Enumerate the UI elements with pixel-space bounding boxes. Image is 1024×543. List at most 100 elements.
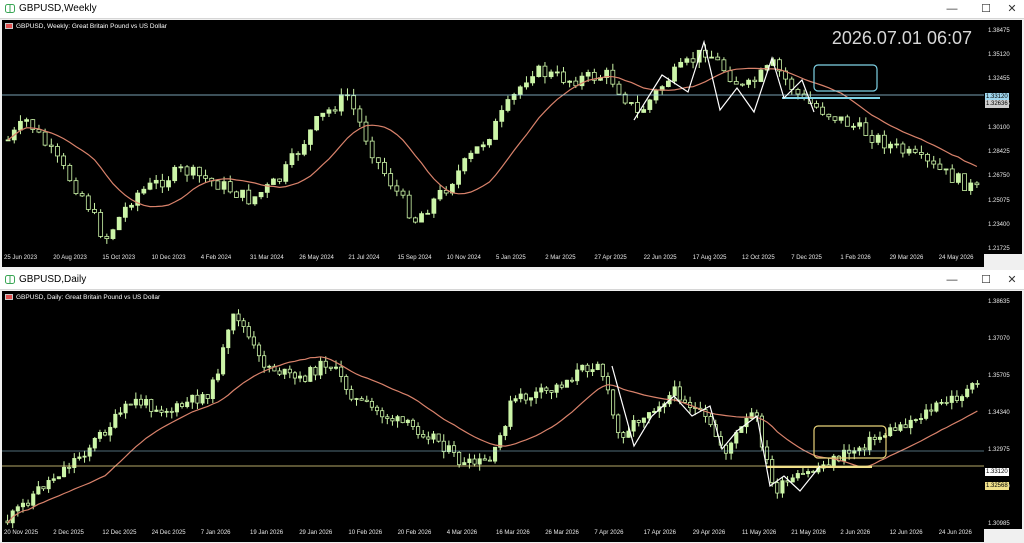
- candle: [73, 177, 79, 196]
- daily-titlebar[interactable]: GBPUSD,Daily — ☐ ✕: [0, 271, 1024, 290]
- close-button[interactable]: ✕: [998, 271, 1024, 289]
- time-tick-label: 17 Aug 2025: [692, 255, 727, 261]
- candle: [733, 76, 739, 85]
- candle: [116, 216, 122, 231]
- daily-candles: [2, 309, 984, 529]
- candle: [872, 434, 877, 446]
- zigzag-line: [633, 39, 815, 121]
- time-tick-label: 26 Mar 2026: [545, 530, 579, 536]
- candle: [79, 191, 85, 197]
- candle: [672, 63, 677, 85]
- bid-price-tag: 1.33120: [985, 468, 1009, 476]
- time-tick-label: 12 Jun 2026: [889, 530, 923, 536]
- candle: [611, 388, 616, 419]
- candle: [166, 176, 171, 191]
- target-zone-box: [813, 64, 878, 92]
- weekly-titlebar[interactable]: GBPUSD,Weekly — ☐ ✕: [0, 0, 1024, 19]
- candle: [875, 133, 881, 146]
- close-button[interactable]: ✕: [998, 0, 1024, 18]
- candle: [98, 209, 104, 239]
- candle: [277, 178, 282, 185]
- weekly-price-axis[interactable]: 1.384751.351201.324551.317751.301001.284…: [984, 20, 1022, 254]
- candle: [780, 477, 785, 498]
- candle: [721, 57, 727, 73]
- chart-window-icon: [5, 4, 15, 13]
- candle: [591, 68, 597, 84]
- candle: [72, 453, 77, 474]
- price-tick-label: 1.30985: [988, 521, 1010, 527]
- candle: [221, 344, 226, 376]
- candle: [77, 452, 82, 461]
- weekly-time-axis[interactable]: 25 Jun 2023 20 Aug 2023 15 Oct 2023 10 Dec …: [2, 254, 984, 267]
- candle: [48, 138, 54, 154]
- candle: [289, 148, 295, 168]
- time-tick-label: 12 Oct 2025: [742, 255, 775, 261]
- candle: [518, 388, 523, 403]
- candle: [820, 102, 826, 116]
- candle: [226, 328, 231, 354]
- maximize-button[interactable]: ☐: [972, 271, 1000, 289]
- time-tick-label: 31 Mar 2024: [250, 255, 284, 261]
- time-tick-label: 12 Dec 2025: [102, 530, 137, 536]
- minimize-button[interactable]: —: [938, 0, 966, 18]
- candle: [764, 440, 770, 465]
- candle: [536, 64, 542, 78]
- candle: [354, 397, 359, 406]
- candle: [740, 83, 745, 87]
- price-tick-label: 1.28425: [988, 149, 1010, 156]
- candle: [51, 473, 56, 484]
- candle: [159, 173, 165, 193]
- candle: [962, 173, 967, 192]
- daily-time-axis[interactable]: 20 Nov 2025 2 Dec 2025 12 Dec 2025 24 Dec 2…: [2, 529, 984, 542]
- time-tick-label: 25 Jun 2023: [4, 255, 38, 261]
- candle: [913, 418, 918, 423]
- minimize-button[interactable]: —: [938, 271, 966, 289]
- candle: [595, 361, 600, 371]
- candle: [292, 371, 297, 385]
- candle: [451, 441, 457, 457]
- time-tick-label: 24 May 2026: [938, 255, 974, 261]
- candle: [184, 164, 190, 182]
- maximize-button[interactable]: ☐: [972, 0, 1000, 18]
- candle: [544, 386, 549, 394]
- weekly-plot-area[interactable]: GBPUSD, Weekly: Great Britain Pound vs U…: [2, 20, 984, 254]
- candle: [295, 151, 301, 161]
- candle: [912, 145, 918, 155]
- candle: [246, 321, 251, 340]
- candle: [877, 431, 882, 443]
- time-tick-label: 2 Jun 2026: [840, 530, 871, 536]
- candle: [197, 166, 202, 183]
- candle: [622, 91, 628, 105]
- candle: [395, 414, 400, 428]
- candle: [949, 390, 954, 410]
- candle: [240, 189, 245, 202]
- candle: [385, 414, 390, 425]
- candle: [24, 117, 29, 127]
- candle: [539, 383, 544, 399]
- candle: [328, 366, 333, 371]
- candle: [82, 450, 87, 463]
- candle: [610, 63, 616, 88]
- daily-plot-area[interactable]: GBPUSD, Daily: Great Britain Pound vs US…: [2, 291, 984, 529]
- candle: [104, 233, 110, 244]
- candle: [190, 394, 195, 409]
- candle: [400, 188, 406, 199]
- price-tick-label: 1.35705: [988, 373, 1010, 379]
- daily-price-axis[interactable]: 1.386351.370701.357051.343401.329751.316…: [984, 291, 1022, 529]
- candle: [345, 88, 350, 101]
- candle: [600, 363, 605, 381]
- candle: [190, 164, 196, 180]
- candle: [690, 52, 696, 69]
- candle: [641, 417, 646, 428]
- time-tick-label: 11 May 2026: [742, 530, 777, 536]
- candle: [344, 374, 349, 395]
- candle: [122, 202, 128, 222]
- candle: [412, 216, 418, 224]
- candle: [318, 357, 323, 379]
- candle: [965, 384, 970, 399]
- time-tick-label: 5 Jan 2025: [496, 255, 526, 261]
- candle: [844, 114, 850, 127]
- candle: [605, 372, 611, 395]
- candle: [783, 67, 788, 86]
- candle: [419, 211, 424, 223]
